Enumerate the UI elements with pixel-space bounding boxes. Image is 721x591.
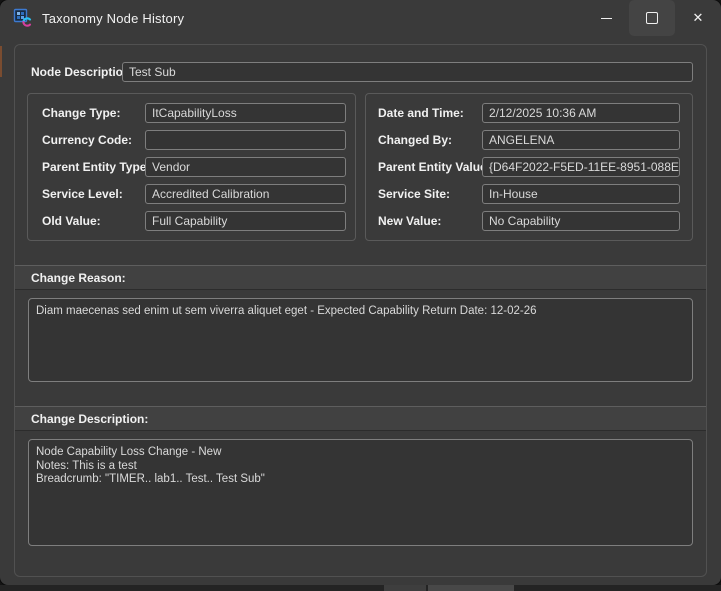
parent-entity-type-field[interactable]: Vendor <box>145 157 346 177</box>
close-icon: ✕ <box>693 12 704 25</box>
date-and-time-label: Date and Time: <box>378 106 464 120</box>
change-type-label: Change Type: <box>42 106 120 120</box>
maximize-icon <box>646 12 658 24</box>
field-row: Date and Time: 2/12/2025 10:36 AM <box>366 103 692 123</box>
field-row: Changed By: ANGELENA <box>366 130 692 150</box>
parent-entity-value-label: Parent Entity Value: <box>378 160 491 174</box>
new-value-label: New Value: <box>378 214 441 228</box>
service-level-label: Service Level: <box>42 187 123 201</box>
changed-by-label: Changed By: <box>378 133 452 147</box>
left-field-group: Change Type: ItCapabilityLoss Currency C… <box>27 93 356 241</box>
field-row: Parent Entity Value: {D64F2022-F5ED-11EE… <box>366 157 692 177</box>
background-window-sliver <box>0 46 2 77</box>
app-icon <box>13 8 33 28</box>
node-description-field[interactable]: Test Sub <box>122 62 693 82</box>
changed-by-field[interactable]: ANGELENA <box>482 130 680 150</box>
currency-code-label: Currency Code: <box>42 133 132 147</box>
change-description-header: Change Description: <box>15 406 706 431</box>
change-description-label: Change Description: <box>31 412 148 426</box>
change-reason-label: Change Reason: <box>31 271 126 285</box>
content-panel: Node Description: Test Sub Change Type: … <box>14 44 707 577</box>
currency-code-field[interactable] <box>145 130 346 150</box>
service-site-label: Service Site: <box>378 187 450 201</box>
node-description-label: Node Description: <box>31 65 134 79</box>
parent-entity-type-label: Parent Entity Type: <box>42 160 150 174</box>
titlebar[interactable]: Taxonomy Node History ✕ <box>0 0 721 36</box>
taxonomy-node-history-window: Taxonomy Node History ✕ Node Description… <box>0 0 721 585</box>
old-value-label: Old Value: <box>42 214 101 228</box>
window-title: Taxonomy Node History <box>42 11 184 26</box>
new-value-field[interactable]: No Capability <box>482 211 680 231</box>
parent-entity-value-field[interactable]: {D64F2022-F5ED-11EE-8951-088E901F3 <box>482 157 680 177</box>
field-row: Old Value: Full Capability <box>28 211 355 231</box>
window-controls: ✕ <box>583 0 721 36</box>
field-row: Change Type: ItCapabilityLoss <box>28 103 355 123</box>
minimize-button[interactable] <box>583 0 629 36</box>
right-field-group: Date and Time: 2/12/2025 10:36 AM Change… <box>365 93 693 241</box>
service-site-field[interactable]: In-House <box>482 184 680 204</box>
change-type-field[interactable]: ItCapabilityLoss <box>145 103 346 123</box>
change-reason-textbox[interactable]: Diam maecenas sed enim ut sem viverra al… <box>28 298 693 382</box>
old-value-field[interactable]: Full Capability <box>145 211 346 231</box>
field-row: Parent Entity Type: Vendor <box>28 157 355 177</box>
date-and-time-field[interactable]: 2/12/2025 10:36 AM <box>482 103 680 123</box>
service-level-field[interactable]: Accredited Calibration <box>145 184 346 204</box>
minimize-icon <box>601 18 612 19</box>
field-row: Currency Code: <box>28 130 355 150</box>
close-button[interactable]: ✕ <box>675 0 721 36</box>
change-reason-header: Change Reason: <box>15 265 706 290</box>
field-row: Service Level: Accredited Calibration <box>28 184 355 204</box>
change-description-textbox[interactable]: Node Capability Loss Change - New Notes:… <box>28 439 693 546</box>
taskbar-strip <box>0 585 721 591</box>
field-row: Service Site: In-House <box>366 184 692 204</box>
maximize-button[interactable] <box>629 0 675 36</box>
field-row: New Value: No Capability <box>366 211 692 231</box>
taskbar-button-fragment <box>384 585 426 591</box>
taskbar-button-fragment <box>428 585 514 591</box>
